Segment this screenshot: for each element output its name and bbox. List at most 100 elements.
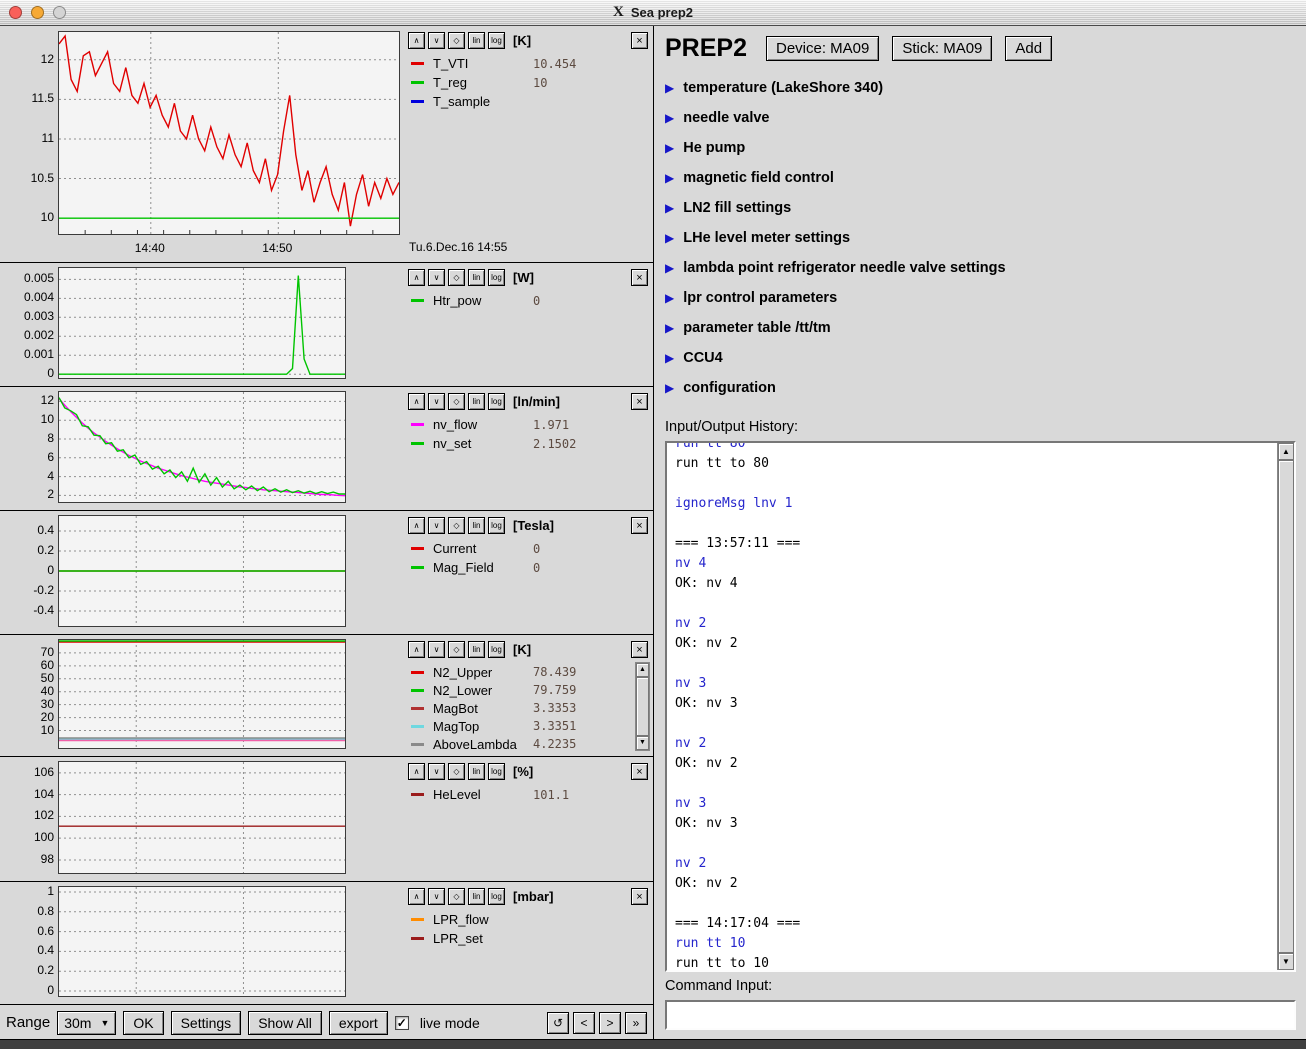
lin-scale-button[interactable]: lin [468, 641, 485, 658]
scroll-end-button[interactable]: » [625, 1012, 647, 1034]
close-window-button[interactable] [9, 6, 22, 19]
log-scale-button[interactable]: log [488, 763, 505, 780]
close-chart-button[interactable]: × [631, 32, 648, 49]
expand-triangle-icon[interactable]: ▶ [665, 321, 674, 335]
chart-canvas[interactable] [58, 31, 400, 235]
shift-down-button[interactable]: ∨ [428, 393, 445, 410]
expand-triangle-icon[interactable]: ▶ [665, 291, 674, 305]
expand-triangle-icon[interactable]: ▶ [665, 261, 674, 275]
chart-canvas[interactable] [58, 886, 346, 997]
legend-scrollbar[interactable]: ▲▼ [635, 662, 650, 751]
expand-triangle-icon[interactable]: ▶ [665, 81, 674, 95]
chart-canvas[interactable] [58, 515, 346, 627]
zoom-window-button[interactable] [53, 6, 66, 19]
lin-scale-button[interactable]: lin [468, 269, 485, 286]
log-scale-button[interactable]: log [488, 888, 505, 905]
scroll-up-icon[interactable]: ▲ [636, 663, 649, 677]
jump-latest-button[interactable]: ↺ [547, 1012, 569, 1034]
command-input[interactable] [665, 1000, 1296, 1030]
log-scale-button[interactable]: log [488, 393, 505, 410]
add-button[interactable]: Add [1005, 36, 1052, 61]
lin-scale-button[interactable]: lin [468, 888, 485, 905]
chart-canvas[interactable] [58, 267, 346, 379]
expand-triangle-icon[interactable]: ▶ [665, 201, 674, 215]
io-history-console[interactable]: run tt 80run tt to 80ignoreMsg lnv 1=== … [665, 441, 1296, 972]
tree-item-7[interactable]: ▶lpr control parameters [665, 283, 1296, 313]
log-scale-button[interactable]: log [488, 517, 505, 534]
tree-item-1[interactable]: ▶needle valve [665, 103, 1296, 133]
close-chart-button[interactable]: × [631, 517, 648, 534]
zoom-mode-button[interactable]: ◇ [448, 269, 465, 286]
shift-up-button[interactable]: ∧ [408, 269, 425, 286]
shift-down-button[interactable]: ∨ [428, 32, 445, 49]
zoom-mode-button[interactable]: ◇ [448, 763, 465, 780]
lin-scale-button[interactable]: lin [468, 517, 485, 534]
tree-item-0[interactable]: ▶ temperature (LakeShore 340) [665, 73, 1296, 103]
chart-canvas[interactable] [58, 391, 346, 503]
tree-item-9[interactable]: ▶CCU4 [665, 343, 1296, 373]
scroll-right-button[interactable]: > [599, 1012, 621, 1034]
tree-item-2[interactable]: ▶He pump [665, 133, 1296, 163]
device-button[interactable]: Device: MA09 [766, 36, 879, 61]
scroll-down-icon[interactable]: ▼ [636, 736, 649, 750]
zoom-mode-button[interactable]: ◇ [448, 641, 465, 658]
scroll-down-icon[interactable]: ▼ [1278, 953, 1294, 970]
expand-triangle-icon[interactable]: ▶ [665, 141, 674, 155]
shift-down-button[interactable]: ∨ [428, 269, 445, 286]
stick-button[interactable]: Stick: MA09 [892, 36, 992, 61]
legend-entry: nv_flow1.971 [411, 415, 653, 434]
lin-scale-button[interactable]: lin [468, 763, 485, 780]
shift-up-button[interactable]: ∧ [408, 641, 425, 658]
tree-item-10[interactable]: ▶configuration [665, 373, 1296, 403]
shift-up-button[interactable]: ∧ [408, 888, 425, 905]
expand-triangle-icon[interactable]: ▶ [665, 381, 674, 395]
tree-item-label: temperature (LakeShore 340) [683, 80, 883, 96]
ok-button[interactable]: OK [123, 1011, 163, 1035]
export-button[interactable]: export [329, 1011, 388, 1035]
tree-item-5[interactable]: ▶LHe level meter settings [665, 223, 1296, 253]
console-scrollbar[interactable]: ▲ ▼ [1277, 443, 1294, 970]
zoom-mode-button[interactable]: ◇ [448, 517, 465, 534]
shift-up-button[interactable]: ∧ [408, 393, 425, 410]
log-scale-button[interactable]: log [488, 641, 505, 658]
zoom-mode-button[interactable]: ◇ [448, 393, 465, 410]
scroll-up-icon[interactable]: ▲ [1278, 443, 1294, 460]
zoom-mode-button[interactable]: ◇ [448, 888, 465, 905]
y-tick-label: 0.001 [0, 347, 54, 361]
range-dropdown[interactable]: 30m ▼ [57, 1011, 116, 1035]
expand-triangle-icon[interactable]: ▶ [665, 351, 674, 365]
scrollbar-thumb[interactable] [1278, 460, 1294, 953]
tree-item-8[interactable]: ▶parameter table /tt/tm [665, 313, 1296, 343]
close-chart-button[interactable]: × [631, 641, 648, 658]
log-scale-button[interactable]: log [488, 269, 505, 286]
shift-up-button[interactable]: ∧ [408, 763, 425, 780]
close-chart-button[interactable]: × [631, 763, 648, 780]
close-chart-button[interactable]: × [631, 888, 648, 905]
scrollbar-thumb[interactable] [636, 677, 649, 736]
shift-down-button[interactable]: ∨ [428, 888, 445, 905]
log-scale-button[interactable]: log [488, 32, 505, 49]
expand-triangle-icon[interactable]: ▶ [665, 171, 674, 185]
chart-canvas[interactable] [58, 639, 346, 749]
expand-triangle-icon[interactable]: ▶ [665, 111, 674, 125]
lin-scale-button[interactable]: lin [468, 393, 485, 410]
expand-triangle-icon[interactable]: ▶ [665, 231, 674, 245]
scroll-left-button[interactable]: < [573, 1012, 595, 1034]
tree-item-6[interactable]: ▶lambda point refrigerator needle valve … [665, 253, 1296, 283]
live-mode-checkbox[interactable]: ✓ [395, 1016, 409, 1030]
show-all-button[interactable]: Show All [248, 1011, 322, 1035]
tree-item-3[interactable]: ▶magnetic field control [665, 163, 1296, 193]
lin-scale-button[interactable]: lin [468, 32, 485, 49]
shift-down-button[interactable]: ∨ [428, 517, 445, 534]
shift-up-button[interactable]: ∧ [408, 32, 425, 49]
shift-down-button[interactable]: ∨ [428, 763, 445, 780]
shift-down-button[interactable]: ∨ [428, 641, 445, 658]
chart-canvas[interactable] [58, 761, 346, 874]
close-chart-button[interactable]: × [631, 269, 648, 286]
settings-button[interactable]: Settings [171, 1011, 242, 1035]
minimize-window-button[interactable] [31, 6, 44, 19]
tree-item-4[interactable]: ▶LN2 fill settings [665, 193, 1296, 223]
close-chart-button[interactable]: × [631, 393, 648, 410]
zoom-mode-button[interactable]: ◇ [448, 32, 465, 49]
shift-up-button[interactable]: ∧ [408, 517, 425, 534]
